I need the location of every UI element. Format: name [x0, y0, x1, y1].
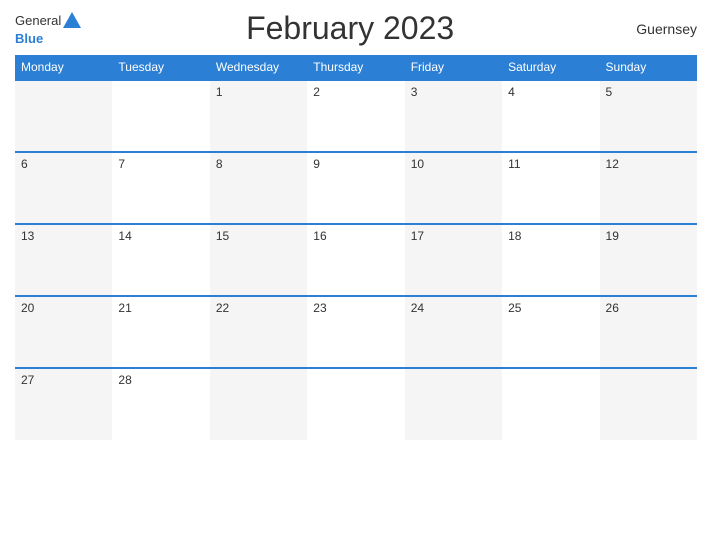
days-header-row: Monday Tuesday Wednesday Thursday Friday…	[15, 55, 697, 80]
day-14: 14	[112, 224, 209, 296]
day-24: 24	[405, 296, 502, 368]
day-empty-3	[210, 368, 307, 440]
calendar-table: Monday Tuesday Wednesday Thursday Friday…	[15, 55, 697, 440]
day-empty-6	[502, 368, 599, 440]
day-empty-4	[307, 368, 404, 440]
day-1: 1	[210, 80, 307, 152]
col-monday: Monday	[15, 55, 112, 80]
day-18: 18	[502, 224, 599, 296]
logo-blue: Blue	[15, 32, 43, 46]
country-label: Guernsey	[617, 21, 697, 37]
day-19: 19	[600, 224, 697, 296]
day-17: 17	[405, 224, 502, 296]
day-empty-7	[600, 368, 697, 440]
col-tuesday: Tuesday	[112, 55, 209, 80]
day-empty-2	[112, 80, 209, 152]
day-25: 25	[502, 296, 599, 368]
logo: General Blue	[15, 10, 83, 46]
day-26: 26	[600, 296, 697, 368]
day-20: 20	[15, 296, 112, 368]
logo-icon	[61, 10, 83, 32]
week-row-4: 20 21 22 23 24 25 26	[15, 296, 697, 368]
day-22: 22	[210, 296, 307, 368]
day-2: 2	[307, 80, 404, 152]
calendar-page: General Blue February 2023 Guernsey Mond…	[0, 0, 712, 550]
day-21: 21	[112, 296, 209, 368]
day-3: 3	[405, 80, 502, 152]
week-row-3: 13 14 15 16 17 18 19	[15, 224, 697, 296]
day-4: 4	[502, 80, 599, 152]
day-23: 23	[307, 296, 404, 368]
day-9: 9	[307, 152, 404, 224]
week-row-1: 1 2 3 4 5	[15, 80, 697, 152]
day-8: 8	[210, 152, 307, 224]
col-sunday: Sunday	[600, 55, 697, 80]
week-row-2: 6 7 8 9 10 11 12	[15, 152, 697, 224]
col-saturday: Saturday	[502, 55, 599, 80]
logo-general: General	[15, 14, 61, 28]
day-7: 7	[112, 152, 209, 224]
day-15: 15	[210, 224, 307, 296]
day-28: 28	[112, 368, 209, 440]
col-friday: Friday	[405, 55, 502, 80]
day-5: 5	[600, 80, 697, 152]
day-10: 10	[405, 152, 502, 224]
day-6: 6	[15, 152, 112, 224]
page-title: February 2023	[83, 10, 617, 47]
day-12: 12	[600, 152, 697, 224]
day-11: 11	[502, 152, 599, 224]
day-16: 16	[307, 224, 404, 296]
col-thursday: Thursday	[307, 55, 404, 80]
day-27: 27	[15, 368, 112, 440]
week-row-5: 27 28	[15, 368, 697, 440]
page-header: General Blue February 2023 Guernsey	[15, 10, 697, 47]
col-wednesday: Wednesday	[210, 55, 307, 80]
day-empty-5	[405, 368, 502, 440]
day-empty-1	[15, 80, 112, 152]
day-13: 13	[15, 224, 112, 296]
